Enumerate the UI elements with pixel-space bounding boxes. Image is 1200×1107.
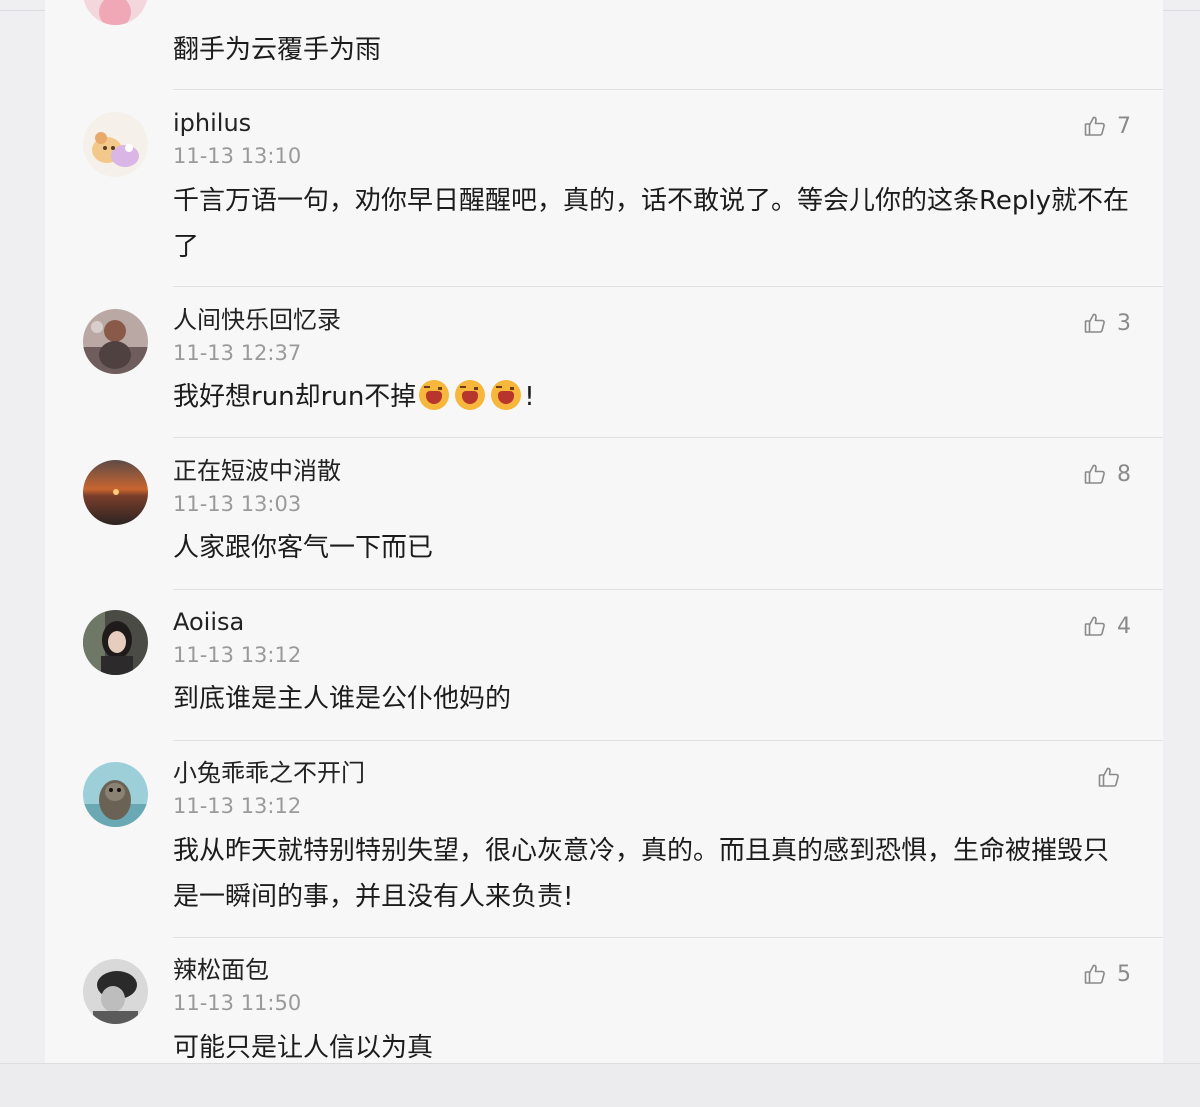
like-button[interactable]: 5 bbox=[1083, 960, 1131, 988]
avatar[interactable] bbox=[83, 309, 148, 374]
comment-item: 小兔乖乖之不开门 11-13 13:12 我从昨天就特别特别失望，很心灰意冷，真… bbox=[45, 741, 1163, 938]
comment-item: 人间快乐回忆录 11-13 12:37 我好想run却run不掉! 3 bbox=[45, 287, 1163, 438]
like-button[interactable]: 3 bbox=[1083, 309, 1131, 337]
avatar[interactable] bbox=[83, 112, 148, 177]
crying-face-emoji bbox=[419, 380, 450, 410]
thumbs-up-icon bbox=[1083, 462, 1107, 486]
crying-face-emoji bbox=[491, 380, 522, 410]
comment-text: 千言万语一句，劝你早日醒醒吧，真的，话不敢说了。等会儿你的这条Reply就不在了 bbox=[173, 186, 1130, 262]
like-button[interactable]: 7 bbox=[1083, 112, 1131, 140]
like-button[interactable] bbox=[1097, 763, 1131, 791]
comment-username[interactable]: Aoiisa bbox=[173, 607, 244, 637]
avatar[interactable] bbox=[83, 0, 148, 25]
comment-timestamp: 11-13 13:03 bbox=[173, 492, 302, 516]
comment-item: 辣松面包 11-13 11:50 可能只是让人信以为真 5 bbox=[45, 938, 1163, 1063]
like-count: 3 bbox=[1117, 310, 1131, 336]
comment-username[interactable]: 正在短波中消散 bbox=[173, 456, 341, 486]
like-button[interactable]: 4 bbox=[1083, 612, 1131, 640]
comment-item: 翻手为云覆手为雨 bbox=[45, 0, 1163, 90]
comment-text: 我从昨天就特别特别失望，很心灰意冷，真的。而且真的感到恐惧，生命被摧毁只是一瞬间… bbox=[173, 836, 1110, 912]
avatar[interactable] bbox=[83, 610, 148, 675]
comment-timestamp: 11-13 13:10 bbox=[173, 144, 302, 168]
comment-timestamp: 11-13 13:12 bbox=[173, 643, 302, 667]
comment-username[interactable]: iphilus bbox=[173, 108, 251, 138]
thumbs-up-icon bbox=[1083, 114, 1107, 138]
comment-text-end: ! bbox=[524, 382, 535, 412]
comment-text: 到底谁是主人谁是公仆他妈的 bbox=[173, 684, 512, 714]
like-button[interactable]: 8 bbox=[1083, 460, 1131, 488]
like-count: 8 bbox=[1117, 461, 1131, 487]
comment-item: iphilus 11-13 13:10 千言万语一句，劝你早日醒醒吧，真的，话不… bbox=[45, 90, 1163, 287]
like-count: 5 bbox=[1117, 961, 1131, 987]
comment-username[interactable]: 辣松面包 bbox=[173, 955, 269, 985]
like-count: 4 bbox=[1117, 613, 1131, 639]
comment-text: 翻手为云覆手为雨 bbox=[173, 35, 382, 65]
comment-text: 我好想run却run不掉! bbox=[173, 374, 1133, 420]
comment-timestamp: 11-13 11:50 bbox=[173, 991, 302, 1015]
thumbs-up-icon bbox=[1083, 614, 1107, 638]
bottom-bar bbox=[0, 1063, 1200, 1107]
avatar[interactable] bbox=[83, 959, 148, 1024]
comment-item: Aoiisa 11-13 13:12 到底谁是主人谁是公仆他妈的 4 bbox=[45, 590, 1163, 741]
comment-timestamp: 11-13 13:12 bbox=[173, 794, 302, 818]
comment-list[interactable]: 翻手为云覆手为雨 iphilus 11-13 13:10 千言万语一句，劝你早日… bbox=[45, 0, 1163, 1063]
thumbs-up-icon bbox=[1083, 962, 1107, 986]
thumbs-up-icon bbox=[1097, 765, 1121, 789]
like-count: 7 bbox=[1117, 113, 1131, 139]
comment-text: 人家跟你客气一下而已 bbox=[173, 533, 434, 563]
comment-text: 可能只是让人信以为真 bbox=[173, 1033, 434, 1063]
comment-username[interactable]: 小兔乖乖之不开门 bbox=[173, 758, 365, 788]
crying-face-emoji bbox=[455, 380, 486, 410]
avatar[interactable] bbox=[83, 460, 148, 525]
avatar[interactable] bbox=[83, 762, 148, 827]
comment-item: 正在短波中消散 11-13 13:03 人家跟你客气一下而已 8 bbox=[45, 438, 1163, 590]
thumbs-up-icon bbox=[1083, 311, 1107, 335]
comment-username[interactable]: 人间快乐回忆录 bbox=[173, 305, 341, 335]
comment-text-main: 我好想run却run不掉 bbox=[173, 382, 417, 412]
comment-timestamp: 11-13 12:37 bbox=[173, 341, 302, 365]
